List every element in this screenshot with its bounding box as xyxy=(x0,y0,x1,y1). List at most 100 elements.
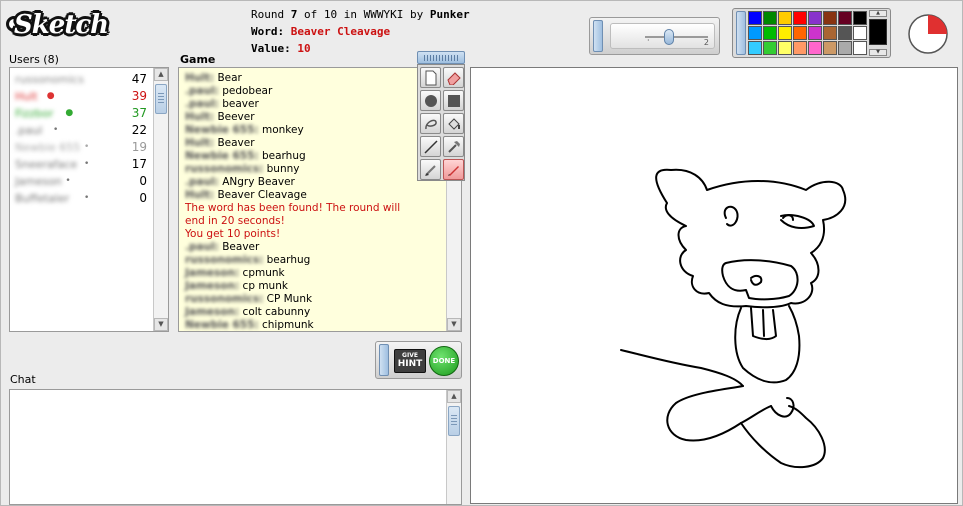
done-button[interactable]: DONE xyxy=(429,346,459,376)
user-name: russonomics xyxy=(15,73,84,86)
brush-icon[interactable] xyxy=(420,159,441,180)
guess-line: .paul: ANgry Beaver xyxy=(185,176,443,189)
chat-box[interactable]: ▲ xyxy=(9,389,462,505)
guess-author: Hult: xyxy=(185,72,215,84)
color-swatch[interactable] xyxy=(793,41,807,55)
user-row[interactable]: Buffetaler • 0 xyxy=(10,190,153,207)
paint-bucket-icon[interactable] xyxy=(443,113,464,134)
color-swatch[interactable] xyxy=(823,41,837,55)
color-swatch[interactable] xyxy=(838,26,852,40)
word-value: Beaver Cleavage xyxy=(290,25,391,38)
hint-done-bar: GIVE HINT DONE xyxy=(375,341,462,379)
user-status-dot-icon: • xyxy=(84,142,90,152)
guess-author: russonomics: xyxy=(185,254,264,266)
color-swatch[interactable] xyxy=(748,41,762,55)
color-swatch[interactable] xyxy=(853,41,867,55)
guess-author: Hult: xyxy=(185,111,215,123)
guess-author: Newbie 655: xyxy=(185,319,259,331)
line-tool-icon[interactable] xyxy=(420,136,441,157)
color-swatch[interactable] xyxy=(778,41,792,55)
user-row[interactable]: Newbie 655 • 19 xyxy=(10,139,153,156)
eraser-icon[interactable] xyxy=(443,67,464,88)
hint-small-label: GIVE xyxy=(402,352,418,359)
guess-line: Newbie 655: chipmunk xyxy=(185,319,443,331)
give-hint-button[interactable]: GIVE HINT xyxy=(394,349,426,373)
color-swatch[interactable] xyxy=(853,26,867,40)
users-list[interactable]: russonomics 47 Hult ● 39 Fizzbor ● 37 .paul • 22 Ne… xyxy=(9,67,169,332)
guess-text: Bear xyxy=(217,72,242,84)
filled-circle-icon[interactable] xyxy=(420,90,441,111)
color-swatch[interactable] xyxy=(808,41,822,55)
color-swatch[interactable] xyxy=(748,26,762,40)
user-row[interactable]: Sneeraface • 17 xyxy=(10,156,153,173)
users-scrollbar[interactable]: ▲ ▼ xyxy=(153,68,168,331)
user-name: Jameson xyxy=(15,175,62,188)
system-message: The word has been found! The round will xyxy=(185,202,443,215)
color-swatch[interactable] xyxy=(823,26,837,40)
color-swatch[interactable] xyxy=(748,11,762,25)
guess-text: CP Munk xyxy=(266,293,313,305)
scroll-thumb[interactable] xyxy=(155,84,167,114)
guess-line: Jameson: cpmunk xyxy=(185,267,443,280)
users-heading: Users (8) xyxy=(9,53,59,66)
brush-size-slider[interactable] xyxy=(664,29,674,45)
color-swatch[interactable] xyxy=(853,11,867,25)
brush-size-track[interactable]: · 2 xyxy=(610,23,715,49)
guess-text: Beaver xyxy=(217,137,255,149)
hint-bar-drag-handle[interactable] xyxy=(379,344,389,376)
color-swatch[interactable] xyxy=(838,41,852,55)
filled-rectangle-icon[interactable] xyxy=(443,90,464,111)
user-row[interactable]: russonomics 47 xyxy=(10,71,153,88)
color-swatch[interactable] xyxy=(838,11,852,25)
user-row[interactable]: Jameson • 0 xyxy=(10,173,153,190)
tools-drag-handle[interactable] xyxy=(417,51,465,64)
guess-author: Newbie 655: xyxy=(185,124,259,136)
round-info: Round 7 of 10 in WWWYKI by Punker Word: … xyxy=(251,6,470,57)
round-drawer: Punker xyxy=(429,8,470,21)
color-swatch[interactable] xyxy=(823,11,837,25)
color-swatch[interactable] xyxy=(763,11,777,25)
color-swatch[interactable] xyxy=(808,26,822,40)
guess-text: Beever xyxy=(217,111,255,123)
user-row[interactable]: Fizzbor ● 37 xyxy=(10,105,153,122)
scroll-up-arrow-icon[interactable]: ▲ xyxy=(447,390,461,403)
chat-scrollbar[interactable]: ▲ xyxy=(446,390,461,504)
color-swatch[interactable] xyxy=(778,26,792,40)
color-swatch[interactable] xyxy=(793,26,807,40)
guess-line: .paul: Beaver xyxy=(185,241,443,254)
user-row[interactable]: .paul • 22 xyxy=(10,122,153,139)
guess-text: The word has been found! The round will xyxy=(185,202,401,214)
user-status-dot-icon: • xyxy=(65,176,71,186)
hammer-icon[interactable] xyxy=(443,136,464,157)
sketch-logo: Sketch xyxy=(6,8,112,46)
palette-drag-handle[interactable] xyxy=(736,11,746,55)
color-swatch[interactable] xyxy=(793,11,807,25)
user-name: Fizzbor xyxy=(15,107,54,120)
drawing-strokes xyxy=(620,168,847,469)
scroll-down-arrow-icon[interactable]: ▼ xyxy=(447,318,461,331)
palette-down-icon[interactable]: ▼ xyxy=(869,49,887,56)
system-message: You get 10 points! xyxy=(185,228,443,241)
guess-author: Hult: xyxy=(185,189,215,201)
slider-drag-handle[interactable] xyxy=(593,20,603,52)
round-line: Round 7 of 10 in WWWYKI by Punker xyxy=(251,6,470,23)
new-page-icon[interactable] xyxy=(420,67,441,88)
color-swatch[interactable] xyxy=(778,11,792,25)
palette-up-icon[interactable]: ▲ xyxy=(869,10,887,17)
lasso-icon[interactable] xyxy=(420,113,441,134)
user-name: Hult xyxy=(15,90,38,103)
scroll-up-arrow-icon[interactable]: ▲ xyxy=(154,68,168,81)
user-score: 47 xyxy=(131,72,147,86)
color-swatch[interactable] xyxy=(808,11,822,25)
guess-line: Jameson: cp munk xyxy=(185,280,443,293)
color-swatch[interactable] xyxy=(763,26,777,40)
user-row[interactable]: Hult ● 39 xyxy=(10,88,153,105)
guess-text: ANgry Beaver xyxy=(222,176,295,188)
scroll-thumb[interactable] xyxy=(448,406,460,436)
guess-text: beaver xyxy=(222,98,259,110)
drawing-canvas[interactable] xyxy=(470,67,958,504)
scroll-down-arrow-icon[interactable]: ▼ xyxy=(154,318,168,331)
pencil-icon[interactable] xyxy=(443,159,464,180)
guess-text: monkey xyxy=(261,124,304,136)
color-swatch[interactable] xyxy=(763,41,777,55)
